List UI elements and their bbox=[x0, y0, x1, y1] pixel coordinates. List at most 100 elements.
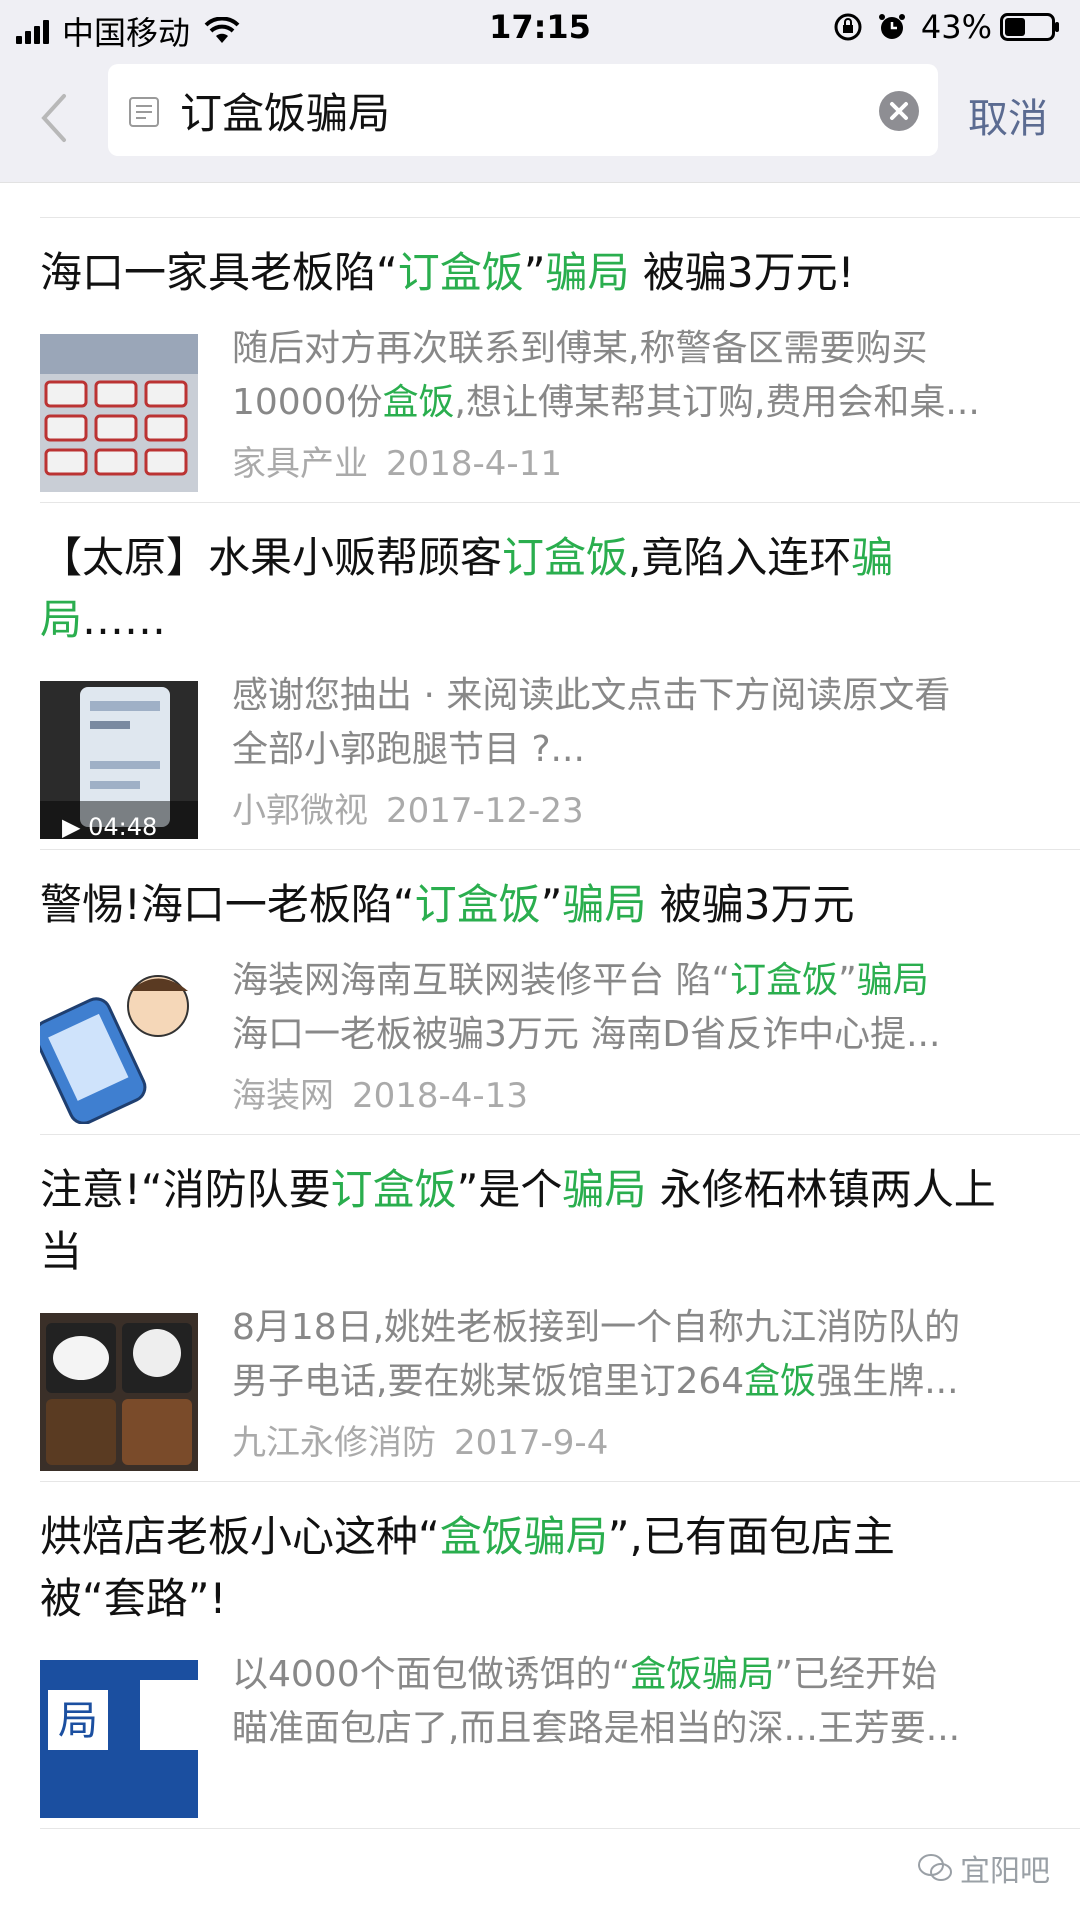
summary-line: 全部小郭跑腿节目 ?... bbox=[232, 723, 1052, 777]
summary-text: 随后对方再次联系到傅某,称警备区需要购买 bbox=[232, 328, 928, 369]
result-summary: 海装网海南互联网装修平台 陷“订盒饭”骗局海口一老板被骗3万元 海南D省反诈中心… bbox=[232, 954, 1052, 1062]
summary-text: 8月18日,姚姓老板接到一个自称九江消防队的 bbox=[232, 1307, 961, 1348]
result-meta: 小郭微视 2017-12-23 bbox=[232, 783, 584, 832]
title-text: 警惕!海口一老板陷“ bbox=[40, 880, 415, 929]
title-text: 【太原】水果小贩帮顾客 bbox=[40, 533, 503, 582]
title-text: ” bbox=[523, 248, 546, 297]
summary-text: ”已经开始 bbox=[774, 1654, 937, 1695]
highlighted-keyword: 骗局 bbox=[562, 880, 647, 929]
summary-text: 强生牌... bbox=[816, 1361, 959, 1402]
rotation-lock-icon bbox=[834, 13, 862, 41]
result-source: 小郭微视 bbox=[232, 791, 368, 831]
watermark: 宜阳吧 bbox=[918, 1846, 1050, 1890]
result-thumbnail[interactable]: 局 bbox=[40, 1660, 198, 1818]
result-title[interactable]: 海口一家具老板陷“订盒饭”骗局 被骗3万元! bbox=[40, 218, 1040, 304]
summary-line: 海口一老板被骗3万元 海南D省反诈中心提... bbox=[232, 1008, 1052, 1062]
summary-text: 感谢您抽出 · 来阅读此文点击下方阅读原文看 bbox=[232, 675, 951, 716]
highlighted-keyword: 盒饭 bbox=[382, 382, 455, 423]
divider bbox=[40, 183, 1080, 218]
summary-text: 瞄准面包店了,而且套路是相当的深...王芳要... bbox=[232, 1708, 961, 1749]
highlighted-keyword: 盒饭骗局 bbox=[630, 1654, 775, 1695]
video-duration-badge: ▶ 04:48 bbox=[62, 813, 157, 839]
result-body: 8月18日,姚姓老板接到一个自称九江消防队的男子电话,要在姚某饭馆里订264盒饭… bbox=[40, 1301, 1080, 1481]
title-text: 海口一家具老板陷“ bbox=[40, 248, 398, 297]
result-title[interactable]: 【太原】水果小贩帮顾客订盒饭,竟陷入连环骗局…… bbox=[40, 503, 1040, 651]
battery-percent: 43% bbox=[920, 8, 992, 46]
status-right: 43% bbox=[833, 8, 1060, 46]
summary-line: 10000份盒饭,想让傅某帮其订购,费用会和桌... bbox=[232, 376, 1052, 430]
result-item[interactable]: 海口一家具老板陷“订盒饭”骗局 被骗3万元! 随后对方再次联系到傅某,称警备区需… bbox=[40, 218, 1080, 503]
summary-text: 10000份 bbox=[232, 382, 383, 423]
highlighted-keyword: 骗局 bbox=[562, 1165, 647, 1214]
title-text: ,竟陷入连环 bbox=[628, 533, 852, 582]
result-date: 2018-4-11 bbox=[386, 444, 562, 484]
result-summary: 感谢您抽出 · 来阅读此文点击下方阅读原文看 全部小郭跑腿节目 ?... bbox=[232, 669, 1052, 777]
result-source: 家具产业 bbox=[232, 444, 368, 484]
watermark-text: 宜阳吧 bbox=[960, 1854, 1050, 1889]
result-body: ▶ 04:48 感谢您抽出 · 来阅读此文点击下方阅读原文看 全部小郭跑腿节目 ?.… bbox=[40, 669, 1080, 849]
result-item[interactable]: 警惕!海口一老板陷“订盒饭”骗局 被骗3万元 海装网海南互联网装修平台 陷“订盒… bbox=[40, 850, 1080, 1135]
search-box[interactable] bbox=[108, 64, 938, 156]
title-text: …… bbox=[82, 595, 167, 644]
cancel-button[interactable]: 取消 bbox=[968, 86, 1048, 144]
battery-icon bbox=[1000, 13, 1059, 41]
summary-line: 随后对方再次联系到傅某,称警备区需要购买 bbox=[232, 322, 1052, 376]
result-title[interactable]: 烘焙店老板小心这种“盒饭骗局”,已有面包店主被“套路”! bbox=[40, 1482, 1040, 1630]
result-meta: 九江永修消防 2017-9-4 bbox=[232, 1415, 608, 1464]
title-text: 烘焙店老板小心这种“ bbox=[40, 1512, 440, 1561]
result-thumbnail[interactable] bbox=[40, 966, 198, 1124]
highlighted-keyword: 订盒饭 bbox=[397, 248, 524, 297]
result-title[interactable]: 警惕!海口一老板陷“订盒饭”骗局 被骗3万元 bbox=[40, 850, 1040, 936]
result-item[interactable]: 【太原】水果小贩帮顾客订盒饭,竟陷入连环骗局…… ▶ 04:48 感谢您抽出 · … bbox=[40, 503, 1080, 850]
search-header: 取消 bbox=[0, 56, 1080, 183]
title-text: 被骗3万元 bbox=[646, 880, 855, 929]
result-date: 2017-12-23 bbox=[386, 791, 584, 831]
result-body: 局 以4000个面包做诱饵的“盒饭骗局”已经开始瞄准面包店了,而且套路是相当的深… bbox=[40, 1648, 1080, 1828]
result-date: 2017-9-4 bbox=[454, 1423, 609, 1463]
result-thumbnail[interactable] bbox=[40, 1313, 198, 1471]
highlighted-keyword: 订盒饭 bbox=[502, 533, 629, 582]
alarm-icon bbox=[878, 14, 905, 39]
result-thumbnail[interactable]: ▶ 04:48 bbox=[40, 681, 198, 839]
summary-line: 感谢您抽出 · 来阅读此文点击下方阅读原文看 bbox=[232, 669, 1052, 723]
highlighted-keyword: 订盒饭 bbox=[330, 1165, 457, 1214]
summary-text: ” bbox=[838, 960, 857, 1001]
highlighted-keyword: 订盒饭 bbox=[730, 960, 839, 1001]
search-input[interactable] bbox=[180, 82, 820, 138]
summary-text: 全部小郭跑腿节目 ?... bbox=[232, 729, 585, 770]
play-icon: ▶ bbox=[62, 813, 89, 839]
result-body: 随后对方再次联系到傅某,称警备区需要购买 10000份盒饭,想让傅某帮其订购,费用… bbox=[40, 322, 1080, 502]
svg-text:局: 局 bbox=[58, 1698, 98, 1744]
title-text: 被骗3万元! bbox=[629, 248, 855, 297]
highlighted-keyword: 骗局 bbox=[856, 960, 929, 1001]
summary-line: 男子电话,要在姚某饭馆里订264盒饭强生牌... bbox=[232, 1355, 1052, 1409]
highlighted-keyword: 订盒饭 bbox=[414, 880, 541, 929]
result-meta: 海装网 2018-4-13 bbox=[232, 1068, 528, 1117]
result-source: 九江永修消防 bbox=[232, 1423, 436, 1463]
status-bar: 中国移动 17:15 43% bbox=[0, 0, 1080, 56]
result-item[interactable]: 注意!“消防队要订盒饭”是个骗局 永修柘林镇两人上当 8月18日,姚姓老板接到一… bbox=[40, 1135, 1080, 1482]
result-title[interactable]: 注意!“消防队要订盒饭”是个骗局 永修柘林镇两人上当 bbox=[40, 1135, 1040, 1283]
highlighted-keyword: 盒饭骗局 bbox=[439, 1512, 608, 1561]
back-chevron-icon[interactable] bbox=[36, 90, 72, 146]
result-thumbnail[interactable] bbox=[40, 334, 198, 492]
summary-line: 瞄准面包店了,而且套路是相当的深...王芳要... bbox=[232, 1702, 1052, 1756]
summary-line: 以4000个面包做诱饵的“盒饭骗局”已经开始 bbox=[232, 1648, 1052, 1702]
result-summary: 8月18日,姚姓老板接到一个自称九江消防队的男子电话,要在姚某饭馆里订264盒饭… bbox=[232, 1301, 1052, 1409]
result-date: 2018-4-13 bbox=[352, 1076, 528, 1116]
article-icon bbox=[129, 97, 159, 127]
summary-line: 海装网海南互联网装修平台 陷“订盒饭”骗局 bbox=[232, 954, 1052, 1008]
summary-text: 海装网海南互联网装修平台 陷“ bbox=[232, 960, 731, 1001]
title-text: ” bbox=[540, 880, 563, 929]
result-meta: 家具产业 2018-4-11 bbox=[232, 436, 562, 485]
clear-search-icon[interactable] bbox=[878, 90, 920, 132]
result-source: 海装网 bbox=[232, 1076, 334, 1116]
results-list: 海口一家具老板陷“订盒饭”骗局 被骗3万元! 随后对方再次联系到傅某,称警备区需… bbox=[0, 183, 1080, 1829]
summary-text: 海口一老板被骗3万元 海南D省反诈中心提... bbox=[232, 1014, 941, 1055]
highlighted-keyword: 骗局 bbox=[545, 248, 630, 297]
summary-text: 以4000个面包做诱饵的“ bbox=[232, 1654, 631, 1695]
result-summary: 以4000个面包做诱饵的“盒饭骗局”已经开始瞄准面包店了,而且套路是相当的深..… bbox=[232, 1648, 1052, 1756]
result-item[interactable]: 烘焙店老板小心这种“盒饭骗局”,已有面包店主被“套路”! 局 以4000个面包做… bbox=[40, 1482, 1080, 1829]
result-body: 海装网海南互联网装修平台 陷“订盒饭”骗局海口一老板被骗3万元 海南D省反诈中心… bbox=[40, 954, 1080, 1134]
title-text: ”是个 bbox=[456, 1165, 563, 1214]
